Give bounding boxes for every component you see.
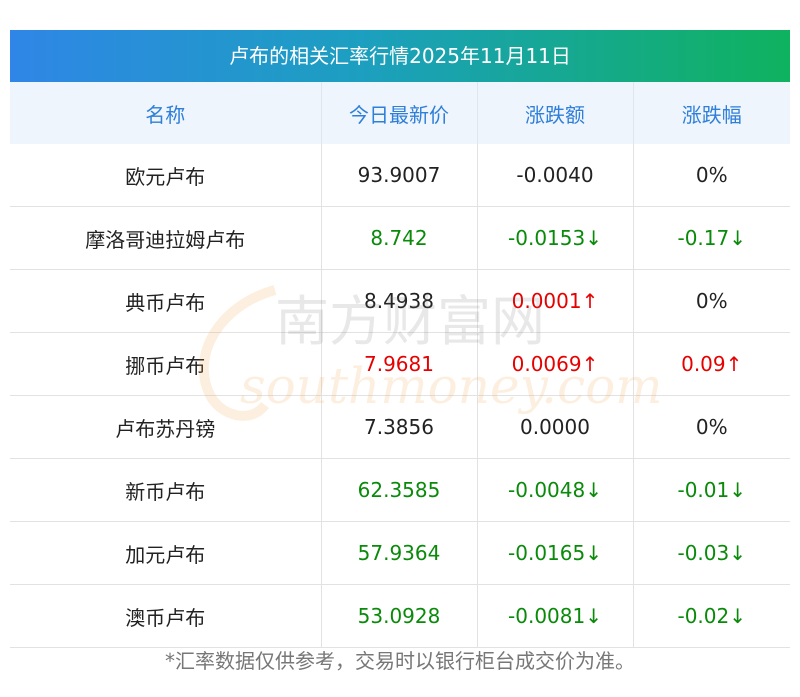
cell-change: 0.0000: [477, 395, 634, 459]
cell-price: 53.0928: [321, 584, 478, 648]
column-header-pct: 涨跌幅: [633, 82, 790, 144]
cell-name: 澳币卢布: [10, 584, 322, 648]
cell-pct: 0%: [633, 269, 790, 333]
table-row: 卢布苏丹镑 7.3856 0.0000 0%: [10, 395, 790, 459]
cell-change: -0.0153↓: [477, 206, 634, 270]
column-header-change: 涨跌额: [477, 82, 634, 144]
cell-price: 8.4938: [321, 269, 478, 333]
cell-pct: -0.01↓: [633, 458, 790, 522]
table-row: 挪币卢布 7.9681 0.0069↑ 0.09↑: [10, 332, 790, 396]
cell-price: 7.3856: [321, 395, 478, 459]
cell-name: 挪币卢布: [10, 332, 322, 396]
cell-price: 7.9681: [321, 332, 478, 396]
table-row: 摩洛哥迪拉姆卢布 8.742 -0.0153↓ -0.17↓: [10, 206, 790, 270]
cell-pct: -0.17↓: [633, 206, 790, 270]
rate-card: 卢布的相关汇率行情2025年11月11日 名称 今日最新价 涨跌额 涨跌幅 欧元…: [10, 30, 790, 648]
cell-pct: -0.03↓: [633, 521, 790, 585]
cell-change: 0.0069↑: [477, 332, 634, 396]
cell-change: 0.0001↑: [477, 269, 634, 333]
cell-name: 典币卢布: [10, 269, 322, 333]
cell-name: 加元卢布: [10, 521, 322, 585]
cell-name: 新币卢布: [10, 458, 322, 522]
page-title: 卢布的相关汇率行情2025年11月11日: [10, 30, 790, 82]
cell-change: -0.0040: [477, 144, 634, 207]
cell-price: 93.9007: [321, 144, 478, 207]
cell-pct: 0%: [633, 144, 790, 207]
table-row: 欧元卢布 93.9007 -0.0040 0%: [10, 144, 790, 207]
table-header-row: 名称 今日最新价 涨跌额 涨跌幅: [10, 82, 790, 144]
cell-pct: -0.02↓: [633, 584, 790, 648]
cell-pct: 0.09↑: [633, 332, 790, 396]
cell-price: 62.3585: [321, 458, 478, 522]
cell-price: 57.9364: [321, 521, 478, 585]
table-row: 澳币卢布 53.0928 -0.0081↓ -0.02↓: [10, 584, 790, 648]
disclaimer-footer: *汇率数据仅供参考，交易时以银行柜台成交价为准。: [165, 649, 635, 673]
cell-name: 摩洛哥迪拉姆卢布: [10, 206, 322, 270]
table-body: 欧元卢布 93.9007 -0.0040 0% 摩洛哥迪拉姆卢布 8.742 -0.0153…: [10, 144, 790, 648]
cell-name: 欧元卢布: [10, 144, 322, 207]
cell-change: -0.0165↓: [477, 521, 634, 585]
column-header-price: 今日最新价: [321, 82, 478, 144]
rate-table: 名称 今日最新价 涨跌额 涨跌幅 欧元卢布 93.9007 -0.0040 0% 摩洛哥…: [10, 82, 790, 648]
cell-change: -0.0081↓: [477, 584, 634, 648]
table-row: 新币卢布 62.3585 -0.0048↓ -0.01↓: [10, 458, 790, 522]
table-row: 加元卢布 57.9364 -0.0165↓ -0.03↓: [10, 521, 790, 585]
cell-change: -0.0048↓: [477, 458, 634, 522]
column-header-name: 名称: [10, 82, 322, 144]
cell-price: 8.742: [321, 206, 478, 270]
cell-name: 卢布苏丹镑: [10, 395, 322, 459]
cell-pct: 0%: [633, 395, 790, 459]
table-row: 典币卢布 8.4938 0.0001↑ 0%: [10, 269, 790, 333]
